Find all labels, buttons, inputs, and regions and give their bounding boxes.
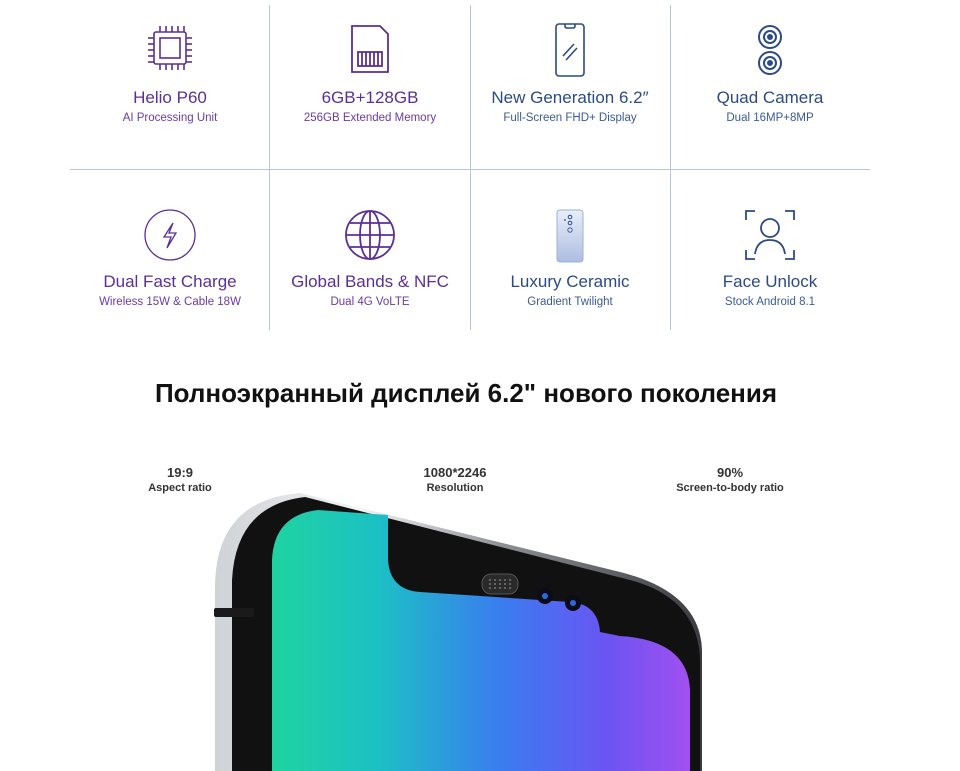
phone-illustration	[214, 493, 702, 771]
